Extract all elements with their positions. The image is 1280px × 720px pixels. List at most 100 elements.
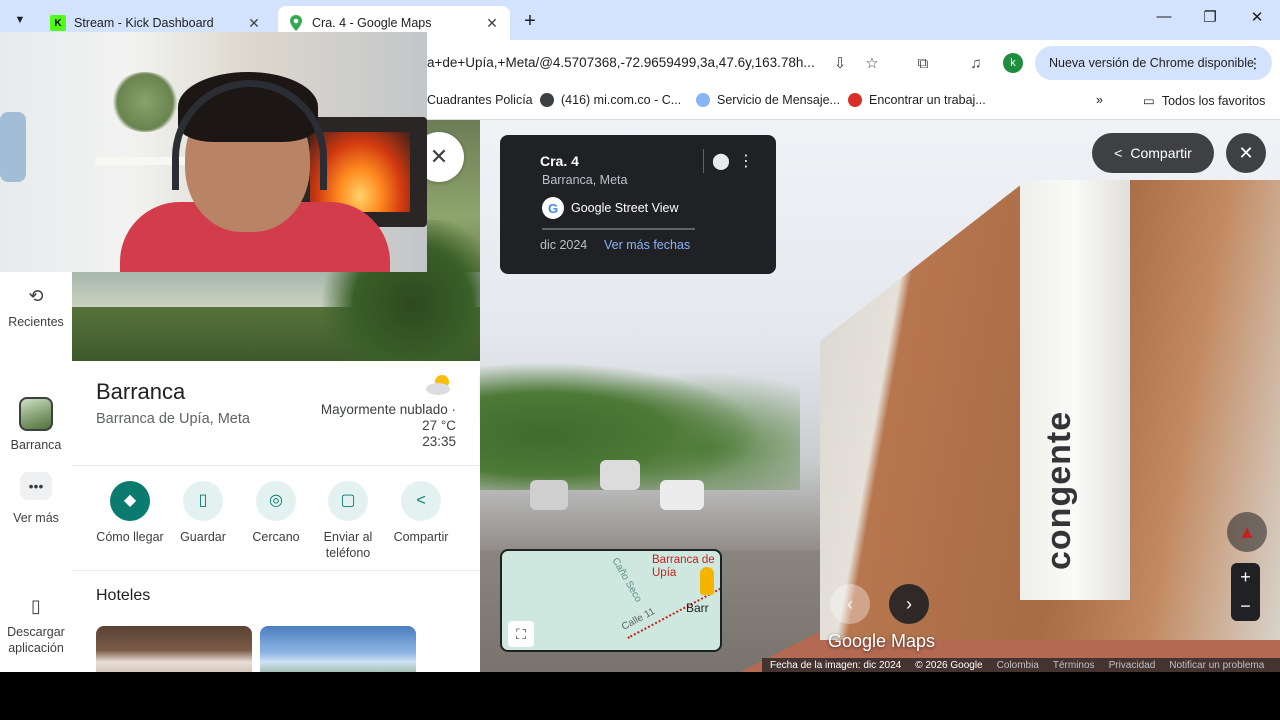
save-button[interactable]: ▯ Guardar: [163, 481, 243, 545]
place-thumbnail: [19, 397, 53, 431]
rail-label: Descargar aplicación: [7, 625, 65, 655]
address-bar[interactable]: a+de+Upía,+Meta/@4.5707368,-72.9659499,3…: [427, 55, 815, 70]
map-footer: Fecha de la imagen: dic 2024 © 2026 Goog…: [762, 658, 1280, 672]
tab-search-button[interactable]: ▼: [8, 8, 32, 32]
sv-car: [660, 480, 704, 510]
next-arrow-button[interactable]: ›: [889, 584, 929, 624]
more-vert-icon[interactable]: ⋮: [738, 151, 754, 171]
previous-arrow-button[interactable]: ‹: [830, 584, 870, 624]
minimize-button[interactable]: —: [1152, 8, 1176, 25]
profile-avatar[interactable]: k: [1003, 53, 1023, 73]
street-view-info-card: Cra. 4 ⬤ ⋮ Barranca, Meta G Google Stree…: [500, 135, 776, 274]
update-label: Nueva versión de Chrome disponible: [1049, 56, 1254, 70]
bookmark-label: Cuadrantes Policía: [427, 93, 533, 107]
bookmark-label: Servicio de Mensaje...: [717, 93, 840, 107]
webcam-overlay: [0, 32, 427, 272]
share-label: Compartir: [1130, 145, 1192, 161]
place-subtitle: Barranca de Upía, Meta: [96, 411, 250, 427]
bookmark-item[interactable]: Servicio de Mensaje...: [696, 93, 840, 107]
restore-button[interactable]: ❐: [1198, 8, 1222, 26]
bookmark-item[interactable]: (416) mi.com.co - C...: [540, 93, 681, 107]
nearby-icon: ◎: [256, 481, 296, 521]
copyright: © 2026 Google: [915, 659, 983, 671]
rail-label: Recientes: [8, 315, 64, 329]
close-tab-icon[interactable]: ✕: [484, 15, 500, 32]
more-vert-icon[interactable]: ⋮: [1248, 55, 1262, 72]
country-link[interactable]: Colombia: [997, 660, 1039, 671]
rail-label: Ver más: [13, 511, 59, 525]
minimap-road-label: Caño Seco: [609, 556, 644, 605]
send-to-phone-icon: ▢: [328, 481, 368, 521]
hotels-heading: Hoteles: [96, 587, 151, 604]
more-bookmarks-icon[interactable]: »: [1096, 93, 1103, 107]
bookmark-item[interactable]: Encontrar un trabaj...: [848, 93, 986, 107]
place-shortcut[interactable]: Barranca: [0, 397, 72, 453]
privacy-link[interactable]: Privacidad: [1109, 660, 1156, 671]
zoom-out-button[interactable]: −: [1231, 592, 1260, 621]
local-time: 23:35: [422, 434, 456, 449]
folder-icon: ▭: [1143, 94, 1155, 108]
bookmark-label: Encontrar un trabaj...: [869, 93, 986, 107]
image-date: Fecha de la imagen: dic 2024: [770, 659, 902, 671]
more-button[interactable]: ••• Ver más: [0, 472, 72, 526]
partly-cloudy-icon: [426, 375, 450, 395]
street-view-minimap[interactable]: Caño Seco Calle 11 Barranca de Upía Barr…: [500, 549, 722, 652]
all-bookmarks-folder[interactable]: ▭ Todos los favoritos: [1143, 93, 1266, 109]
close-tab-icon[interactable]: ✕: [246, 15, 262, 32]
kick-icon: K: [50, 15, 66, 31]
action-label: Cercano: [252, 530, 300, 544]
share-button[interactable]: < Compartir: [1092, 133, 1214, 173]
webcam-bottle: [0, 112, 26, 182]
action-label: Enviar al teléfono: [323, 530, 373, 560]
hotel-card-photo[interactable]: [260, 626, 416, 672]
google-maps-logo: Google Maps: [828, 631, 936, 651]
share-icon: <: [401, 481, 441, 521]
install-app-icon[interactable]: ⇩: [830, 53, 850, 73]
share-place-button[interactable]: < Compartir: [381, 481, 461, 545]
tab-label: Stream - Kick Dashboard: [74, 16, 214, 30]
report-problem-link[interactable]: Notificar un problema: [1169, 660, 1264, 671]
directions-button[interactable]: ◆ Cómo llegar: [90, 481, 170, 545]
action-label: Compartir: [393, 530, 449, 544]
close-street-view-button[interactable]: ✕: [1226, 133, 1266, 173]
sv-truck: [600, 460, 640, 490]
location-pin-icon[interactable]: ⬤: [712, 151, 730, 171]
pegman-icon[interactable]: [700, 567, 714, 595]
bookmark-item[interactable]: Cuadrantes Policía: [427, 93, 533, 107]
send-to-phone-button[interactable]: ▢ Enviar al teléfono: [308, 481, 388, 561]
share-icon: <: [1114, 145, 1123, 161]
download-app-button[interactable]: ▯ Descargar aplicación: [0, 594, 72, 656]
minimap-city-label-short: Barr: [686, 601, 709, 615]
sv-car: [530, 480, 568, 510]
recent-button[interactable]: ⟲ Recientes: [0, 284, 72, 330]
extensions-icon[interactable]: ⧉: [913, 53, 933, 73]
close-window-button[interactable]: ✕: [1245, 8, 1269, 26]
street-view-provider: G Google Street View: [542, 197, 678, 219]
expand-map-icon[interactable]: ⛶: [508, 621, 534, 647]
webcam-plant: [110, 72, 180, 132]
chrome-update-button[interactable]: Nueva versión de Chrome disponible ⋮: [1035, 46, 1272, 80]
bookmark-star-icon[interactable]: ☆: [862, 53, 882, 73]
terms-link[interactable]: Términos: [1053, 660, 1095, 671]
google-maps-icon: [288, 15, 304, 31]
zoom-in-button[interactable]: +: [1231, 563, 1260, 592]
divider: [72, 570, 480, 571]
maple-leaf-icon: [848, 93, 862, 107]
nearby-button[interactable]: ◎ Cercano: [236, 481, 316, 545]
sv-brand-sign: congente: [1040, 410, 1078, 570]
more-horiz-icon: •••: [20, 472, 52, 500]
rail-label: Barranca: [10, 438, 62, 452]
google-g-icon: G: [542, 197, 564, 219]
see-more-dates-link[interactable]: Ver más fechas: [604, 238, 690, 252]
capture-date: dic 2024: [540, 238, 588, 252]
zoom-control: + −: [1231, 563, 1260, 621]
hotel-card-photo[interactable]: [96, 626, 252, 672]
tab-label: Cra. 4 - Google Maps: [312, 16, 432, 30]
street-name: Cra. 4: [540, 153, 579, 169]
folder-label: Todos los favoritos: [1161, 93, 1266, 108]
media-control-icon[interactable]: ♫: [966, 53, 986, 73]
divider: [703, 149, 704, 173]
divider: [72, 465, 480, 466]
compass-icon[interactable]: ▲: [1227, 512, 1267, 552]
new-tab-button[interactable]: +: [520, 10, 540, 33]
